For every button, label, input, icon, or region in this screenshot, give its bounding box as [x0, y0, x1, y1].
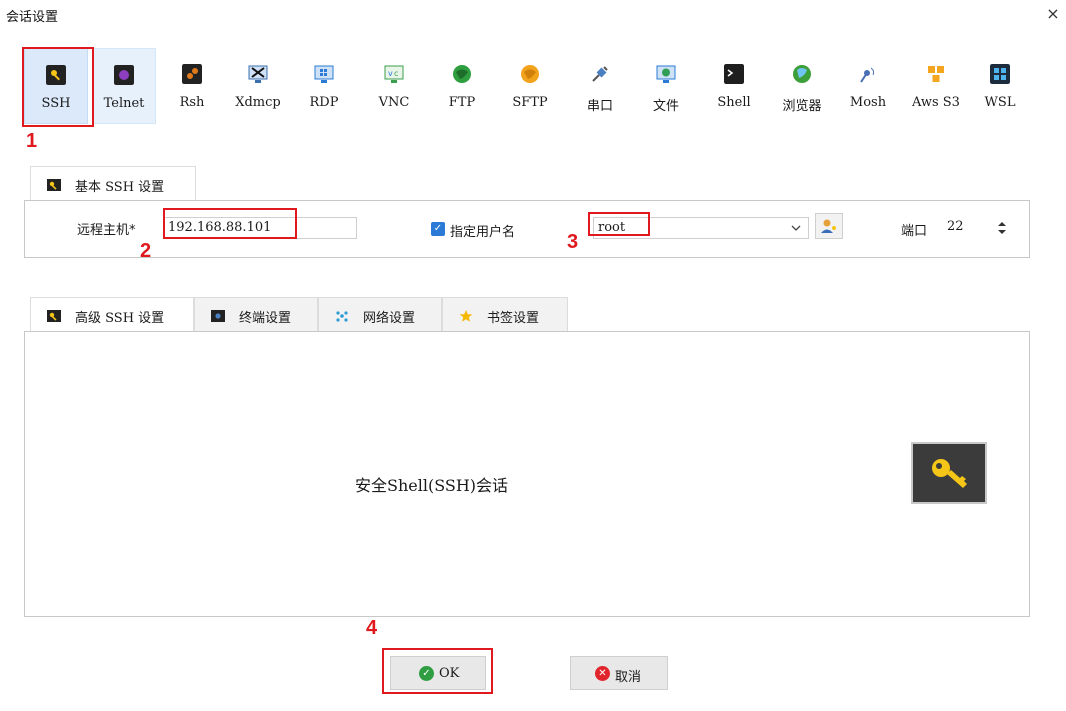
session-type-label: 浏览器 [782, 99, 822, 114]
ssh-key-icon [47, 310, 61, 322]
tab-bookmark-settings[interactable]: 书签设置 [442, 297, 568, 331]
tab-label: 基本 SSH 设置 [75, 180, 165, 195]
chevron-down-icon[interactable] [791, 224, 801, 232]
tab-network-settings[interactable]: 网络设置 [318, 297, 442, 331]
annotation-number-1: 1 [26, 130, 38, 152]
ftp-globe-icon [453, 65, 471, 83]
tab-label: 网络设置 [363, 311, 416, 326]
rdp-monitor-icon [314, 65, 334, 83]
session-type-vnc[interactable]: vc VNC [362, 48, 426, 124]
session-type-label: VNC [378, 95, 410, 110]
session-type-aws-s3[interactable]: Aws S3 [904, 48, 968, 124]
remote-host-label: 远程主机* [77, 223, 136, 238]
xdmcp-monitor-icon [248, 65, 268, 83]
aws-cubes-icon [928, 66, 944, 82]
session-type-label: Telnet [103, 96, 145, 111]
cancel-button[interactable]: ✕ 取消 [570, 656, 668, 690]
specify-username-checkbox[interactable]: ✓ [431, 222, 445, 236]
session-type-label: Xdmcp [235, 95, 281, 110]
wsl-windows-icon [990, 64, 1010, 84]
session-type-serial[interactable]: 串口 [568, 48, 632, 124]
session-type-label: WSL [984, 95, 1016, 110]
svg-text:v: v [388, 69, 393, 78]
annotation-number-2: 2 [140, 240, 152, 262]
session-type-shell[interactable]: Shell [702, 48, 766, 124]
annotation-box-3 [588, 212, 650, 236]
session-type-file[interactable]: 文件 [634, 48, 698, 124]
session-type-rsh[interactable]: Rsh [160, 48, 224, 124]
mosh-antenna-icon [860, 67, 875, 83]
annotation-box-2 [163, 208, 297, 239]
session-type-label: 串口 [586, 99, 613, 114]
bookmark-star-icon [459, 310, 473, 322]
file-monitor-icon [656, 65, 676, 83]
tab-label: 高级 SSH 设置 [75, 311, 165, 326]
vnc-monitor-icon: vc [384, 65, 404, 83]
tab-advanced-ssh-settings[interactable]: 高级 SSH 设置 [30, 297, 194, 331]
session-type-label: Aws S3 [912, 95, 960, 110]
port-input[interactable]: 22 [943, 217, 1003, 239]
session-type-ftp[interactable]: FTP [430, 48, 494, 124]
session-type-label: SFTP [512, 95, 548, 110]
close-icon[interactable]: × [1044, 4, 1062, 24]
specify-username-label: 指定用户名 [450, 225, 516, 240]
session-type-label: 文件 [652, 99, 679, 114]
serial-plug-icon [592, 66, 608, 82]
session-type-mosh[interactable]: Mosh [836, 48, 900, 124]
window-title: 会话设置 [6, 10, 59, 25]
session-type-label: Shell [717, 95, 751, 110]
session-type-bar: SSH Telnet Rsh Xdmcp RDP vc VNC FTP SFTP… [24, 48, 1044, 128]
telnet-icon [114, 65, 134, 85]
tab-basic-ssh-settings[interactable]: 基本 SSH 设置 [30, 166, 196, 200]
session-description: 安全Shell(SSH)会话 [355, 476, 509, 495]
cancel-label: 取消 [615, 670, 642, 685]
browser-globe-icon [793, 65, 811, 83]
session-type-rdp[interactable]: RDP [292, 48, 356, 124]
annotation-box-4 [382, 648, 493, 694]
port-label: 端口 [901, 224, 928, 239]
session-type-label: Mosh [849, 95, 887, 110]
session-type-label: FTP [448, 95, 476, 110]
ssh-key-icon [47, 179, 61, 191]
ssh-key-tile [911, 442, 987, 504]
session-type-label: Rsh [179, 95, 205, 110]
session-type-browser[interactable]: 浏览器 [770, 48, 834, 124]
tab-label: 终端设置 [239, 311, 292, 326]
ssh-key-icon [932, 459, 967, 488]
terminal-settings-icon [211, 310, 225, 322]
tab-label: 书签设置 [487, 311, 540, 326]
advanced-settings-panel: 安全Shell(SSH)会话 [24, 331, 1030, 617]
shell-terminal-icon [724, 64, 744, 84]
network-icon [336, 311, 348, 322]
user-key-icon [821, 219, 836, 233]
session-type-telnet[interactable]: Telnet [92, 48, 156, 124]
port-spinner-icon[interactable] [997, 219, 1007, 237]
rsh-icon [182, 64, 202, 84]
title-bar: 会话设置 × [0, 0, 1066, 30]
tab-terminal-settings[interactable]: 终端设置 [194, 297, 318, 331]
session-type-label: RDP [309, 95, 339, 110]
svg-text:c: c [394, 69, 398, 78]
cancel-x-icon: ✕ [595, 666, 610, 681]
user-picker-button[interactable] [815, 213, 843, 239]
sftp-globe-icon [521, 65, 539, 83]
annotation-number-4: 4 [366, 617, 378, 639]
session-type-wsl[interactable]: WSL [968, 48, 1032, 124]
annotation-number-3: 3 [567, 231, 579, 253]
session-type-xdmcp[interactable]: Xdmcp [226, 48, 290, 124]
annotation-box-1 [22, 47, 94, 127]
session-type-sftp[interactable]: SFTP [498, 48, 562, 124]
